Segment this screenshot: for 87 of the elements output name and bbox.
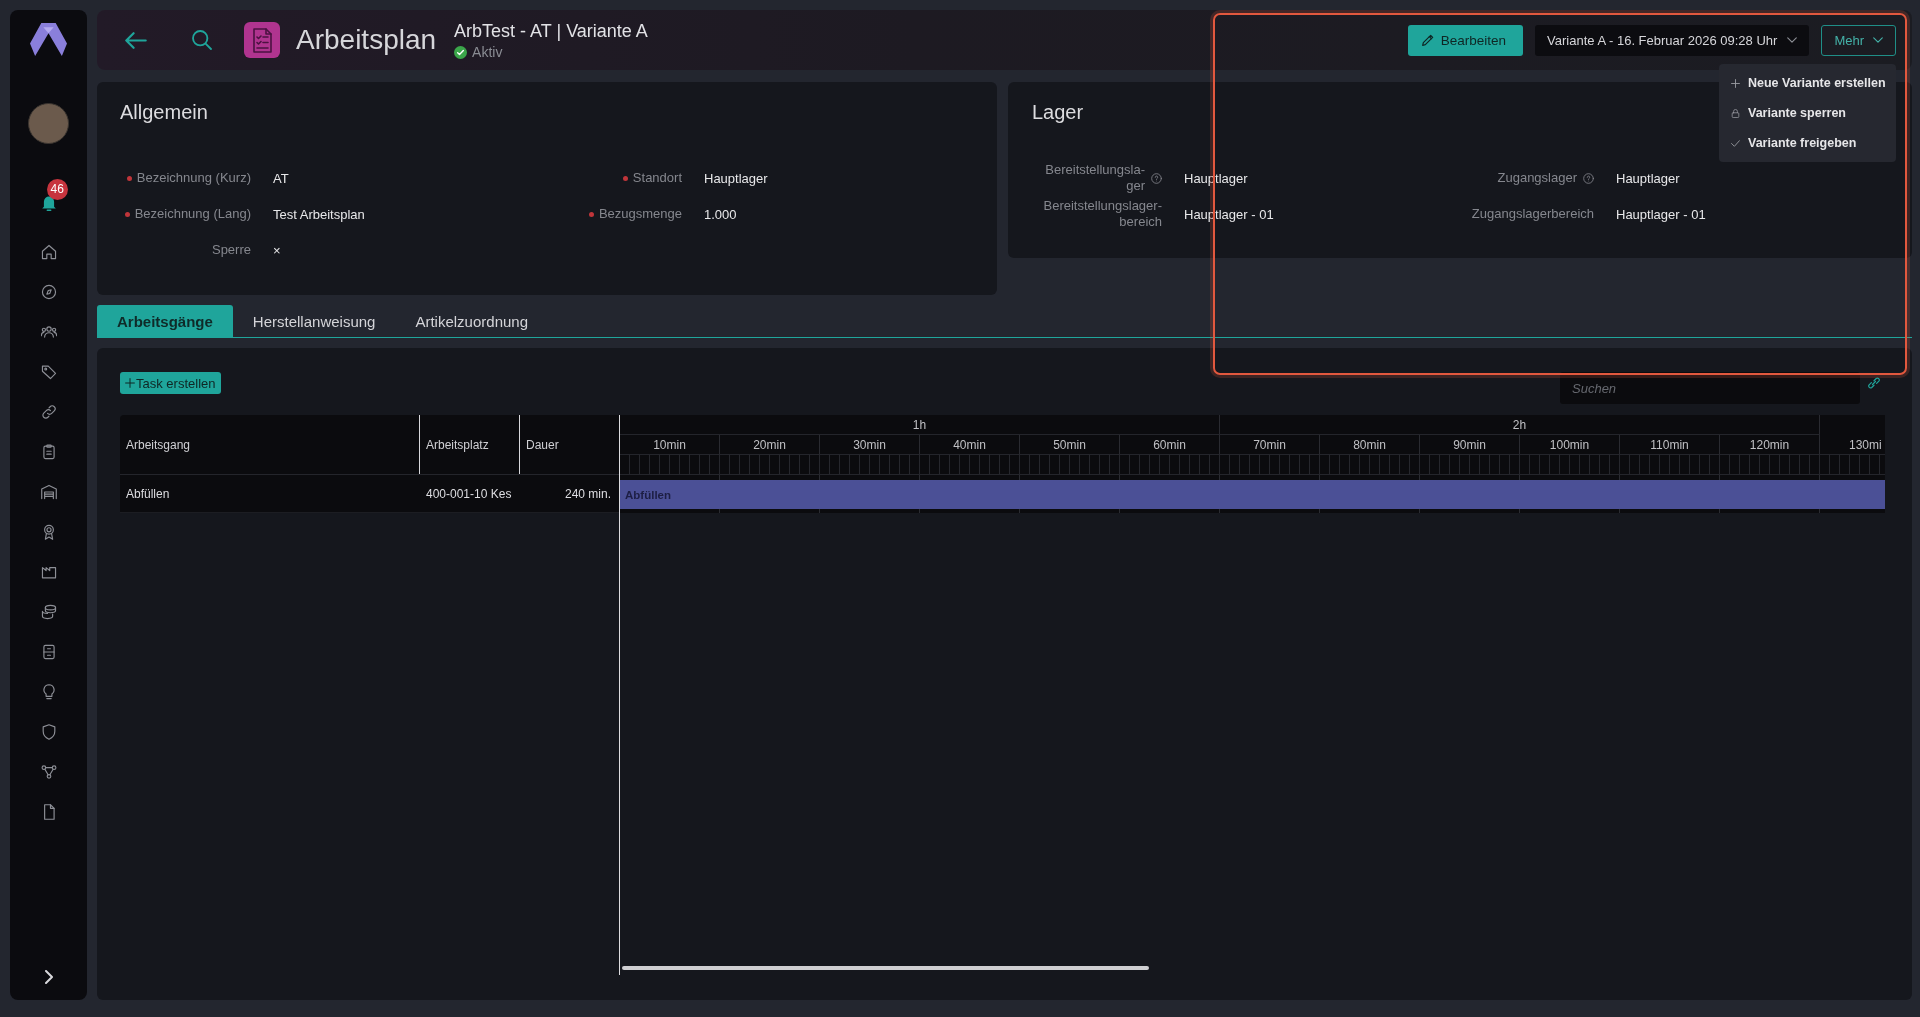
clipboard-icon[interactable] [40, 444, 57, 460]
hour-header: 2h [1220, 415, 1820, 435]
search-icon[interactable] [192, 30, 212, 50]
minute-header: 70min [1220, 435, 1320, 455]
link-icon[interactable] [40, 404, 57, 420]
field-label: Zugangslager [1497, 170, 1577, 186]
minute-header: 30min [820, 435, 920, 455]
avatar-placeholder[interactable] [28, 103, 69, 144]
link-icon[interactable] [1868, 377, 1880, 389]
shield-icon[interactable] [40, 724, 57, 740]
tab[interactable]: Herstellanweisung [232, 305, 396, 337]
column-header[interactable]: Arbeitsplatz [420, 415, 520, 474]
horizontal-scrollbar[interactable] [622, 966, 1149, 970]
home-icon[interactable] [40, 244, 57, 260]
help-icon[interactable] [1151, 172, 1162, 184]
field-value: Hauptlager [704, 170, 768, 186]
tag-icon[interactable] [40, 364, 57, 380]
factory-icon[interactable] [40, 564, 57, 580]
minute-header: 50min [1020, 435, 1120, 455]
search-field[interactable]: Suchen [1560, 372, 1860, 404]
minute-header: 130mi [1820, 435, 1885, 455]
field-label: Bezeichnung (Lang) [134, 206, 251, 222]
lightbulb-icon[interactable] [40, 684, 57, 700]
field-label: Sperre [211, 242, 251, 258]
create-task-button[interactable]: Task erstellen [120, 372, 222, 394]
minute-header: 40min [920, 435, 1020, 455]
plus-icon [1731, 78, 1740, 88]
minute-header: 100min [1520, 435, 1620, 455]
table-cell-text: 400-001-10 Kes [425, 485, 513, 503]
tab[interactable]: Artikelzuordnung [395, 305, 548, 337]
compass-icon[interactable] [40, 284, 57, 300]
card-title: Lager [1032, 100, 1084, 124]
check-circle-icon [454, 45, 468, 59]
record-title: ArbTest - AT | Variante A [454, 19, 648, 42]
users-icon[interactable] [40, 324, 57, 340]
notification-badge[interactable]: 46 [46, 179, 68, 200]
hour-header: 1h [620, 415, 1220, 435]
status-label: Aktiv [472, 43, 503, 61]
minute-header: 80min [1320, 435, 1420, 455]
app-logo[interactable] [30, 23, 67, 56]
checklist-document-icon [244, 22, 280, 58]
menu-item[interactable]: Neue Variante erstellen [1719, 68, 1896, 98]
minute-header: 120min [1720, 435, 1820, 455]
tab[interactable]: Arbeitsgänge [97, 305, 233, 337]
field-label: Bezeichnung (Kurz) [136, 170, 251, 186]
check-icon [1731, 138, 1740, 148]
field-label: Bereitstellungslager-bereich [1043, 198, 1162, 230]
menu-item[interactable]: Variante sperren [1719, 98, 1896, 128]
field-label: Standort [632, 170, 682, 186]
help-icon[interactable] [1583, 172, 1594, 184]
table-cell-text: Abfüllen [125, 485, 171, 503]
minute-header: 10min [620, 435, 720, 455]
variant-select[interactable]: Variante A - 16. Februar 2026 09:28 Uhr [1535, 24, 1810, 56]
field-label: Bereitstellungsla-ger [1045, 162, 1145, 194]
field-value: 1.000 [704, 206, 737, 222]
field-value: Hauptlager [1616, 170, 1680, 186]
warehouse-icon[interactable] [40, 484, 57, 500]
back-arrow-icon[interactable] [125, 31, 147, 49]
minute-header: 90min [1420, 435, 1520, 455]
chevron-down-icon [1787, 37, 1798, 43]
archive-icon[interactable] [40, 644, 57, 660]
menu-item[interactable]: Variante freigeben [1719, 128, 1896, 158]
table-cell-text: 240 min. [563, 485, 612, 503]
pencil-icon [1421, 34, 1434, 46]
field-label: Bezugsmenge [598, 206, 682, 222]
lock-icon [1731, 108, 1740, 118]
field-value: × [273, 242, 281, 258]
coins-icon[interactable] [40, 604, 57, 620]
column-header[interactable]: Dauer [520, 415, 619, 474]
edit-button[interactable]: Bearbeiten [1407, 24, 1524, 56]
page-title: Arbeitsplan [296, 24, 437, 56]
minute-header: 60min [1120, 435, 1220, 455]
bell-icon[interactable] [40, 194, 57, 211]
minute-header: 110min [1620, 435, 1720, 455]
chevron-right-icon[interactable] [44, 970, 53, 984]
field-value: Test Arbeitsplan [273, 206, 365, 222]
field-value: Hauptlager - 01 [1616, 206, 1706, 222]
minute-header: 20min [720, 435, 820, 455]
nodes-icon[interactable] [40, 764, 57, 780]
field-value: AT [273, 170, 289, 186]
field-label: Zugangslagerbereich [1471, 206, 1594, 222]
card-title: Allgemein [120, 100, 208, 124]
more-button[interactable]: Mehr [1821, 24, 1896, 56]
column-header[interactable]: Arbeitsgang [120, 415, 420, 474]
chevron-down-icon [1873, 37, 1883, 43]
plus-icon [125, 378, 135, 388]
table-row[interactable]: Abfüllen 400-001-10 Kes 240 min. [120, 475, 619, 513]
